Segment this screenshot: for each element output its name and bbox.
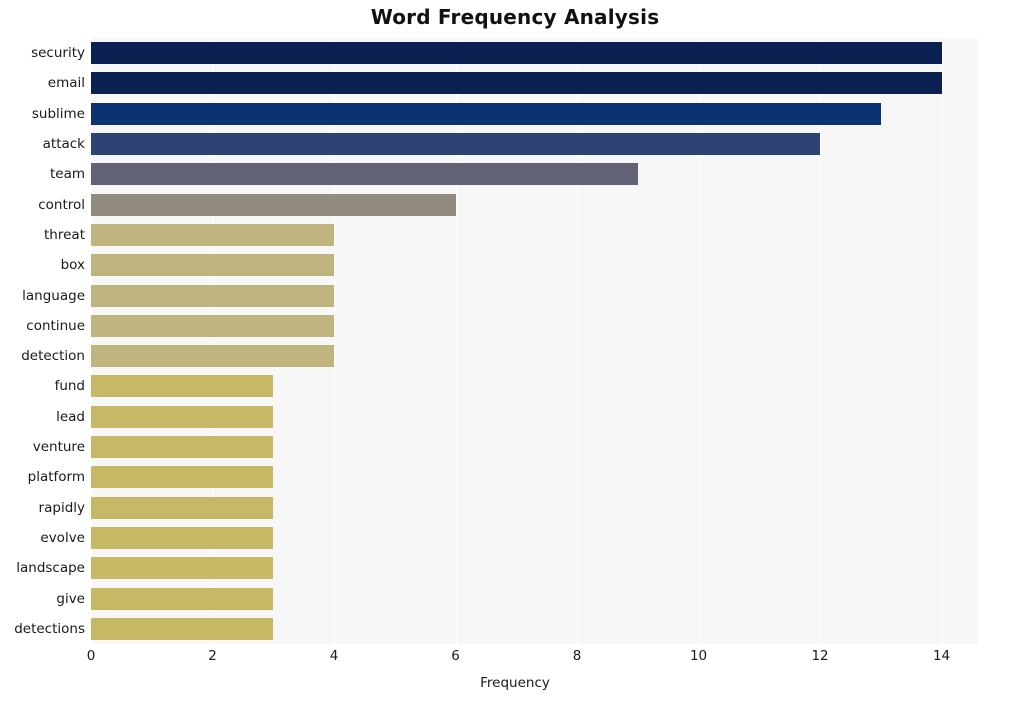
y-axis-tick-label: sublime [31, 105, 85, 122]
y-axis-tick-label: rapidly [38, 499, 85, 516]
bar [91, 193, 456, 216]
gridline [820, 38, 822, 644]
gridline [334, 38, 335, 644]
y-axis-tick-label: control [38, 196, 85, 213]
y-axis-tick-label: threat [44, 226, 85, 243]
bar [91, 345, 334, 368]
gridline [91, 38, 92, 644]
y-axis-tick-label: detection [21, 348, 85, 365]
y-axis-tick-label: evolve [40, 529, 85, 546]
bar [91, 72, 942, 95]
x-axis-tick-label: 10 [689, 648, 708, 664]
bar [91, 587, 274, 610]
gridline [941, 38, 943, 644]
y-axis-tick-label: email [47, 75, 85, 92]
y-axis-tick-label: fund [54, 378, 85, 395]
chart-title: Word Frequency Analysis [370, 5, 660, 29]
bar [91, 102, 881, 125]
y-axis-tick-label: continue [26, 317, 85, 334]
gridline [455, 38, 457, 644]
gridline [577, 38, 579, 644]
y-axis-tick-labels: security email sublime attack team control thr… [0, 38, 85, 644]
gridline [212, 38, 214, 644]
x-axis-tick-label: 14 [932, 648, 951, 664]
x-axis-tick-label: 2 [208, 648, 217, 664]
bar [91, 466, 274, 489]
bar [91, 405, 274, 428]
y-axis-tick-label: box [60, 257, 85, 274]
x-axis-title: Frequency [480, 675, 550, 691]
y-axis-tick-label: team [49, 166, 85, 183]
y-axis-tick-label: landscape [16, 560, 85, 577]
chart-container: Word Frequency Analysis security email sub… [0, 0, 1030, 701]
bar [91, 314, 334, 337]
bar [91, 163, 638, 186]
x-axis-tick-label: 6 [451, 648, 460, 664]
bar [91, 254, 334, 277]
y-axis-tick-label: venture [32, 439, 85, 456]
y-axis-tick-label: security [31, 45, 85, 62]
x-axis-tick-label: 12 [811, 648, 829, 664]
bar [91, 617, 274, 640]
bar [91, 436, 274, 459]
bar [91, 133, 821, 156]
bar [91, 496, 274, 519]
y-axis-tick-label: platform [27, 469, 85, 486]
x-axis-tick-label: 0 [86, 648, 96, 664]
bar [91, 223, 334, 246]
y-axis-tick-label: language [22, 287, 85, 304]
bar [91, 42, 942, 65]
x-axis-tick-label: 4 [329, 648, 339, 664]
x-axis-tick-labels: 0 2 4 6 8 10 12 14 [0, 648, 1030, 670]
y-axis-tick-label: lead [56, 408, 85, 425]
plot-area [91, 38, 978, 644]
y-axis-tick-label: attack [42, 136, 85, 153]
bar [91, 284, 334, 307]
x-axis-tick-label: 8 [572, 648, 582, 664]
y-axis-tick-label: detections [14, 620, 85, 637]
gridline [698, 38, 700, 644]
bar [91, 375, 274, 398]
y-axis-tick-label: give [56, 590, 85, 607]
bar [91, 526, 274, 549]
bar [91, 557, 274, 580]
